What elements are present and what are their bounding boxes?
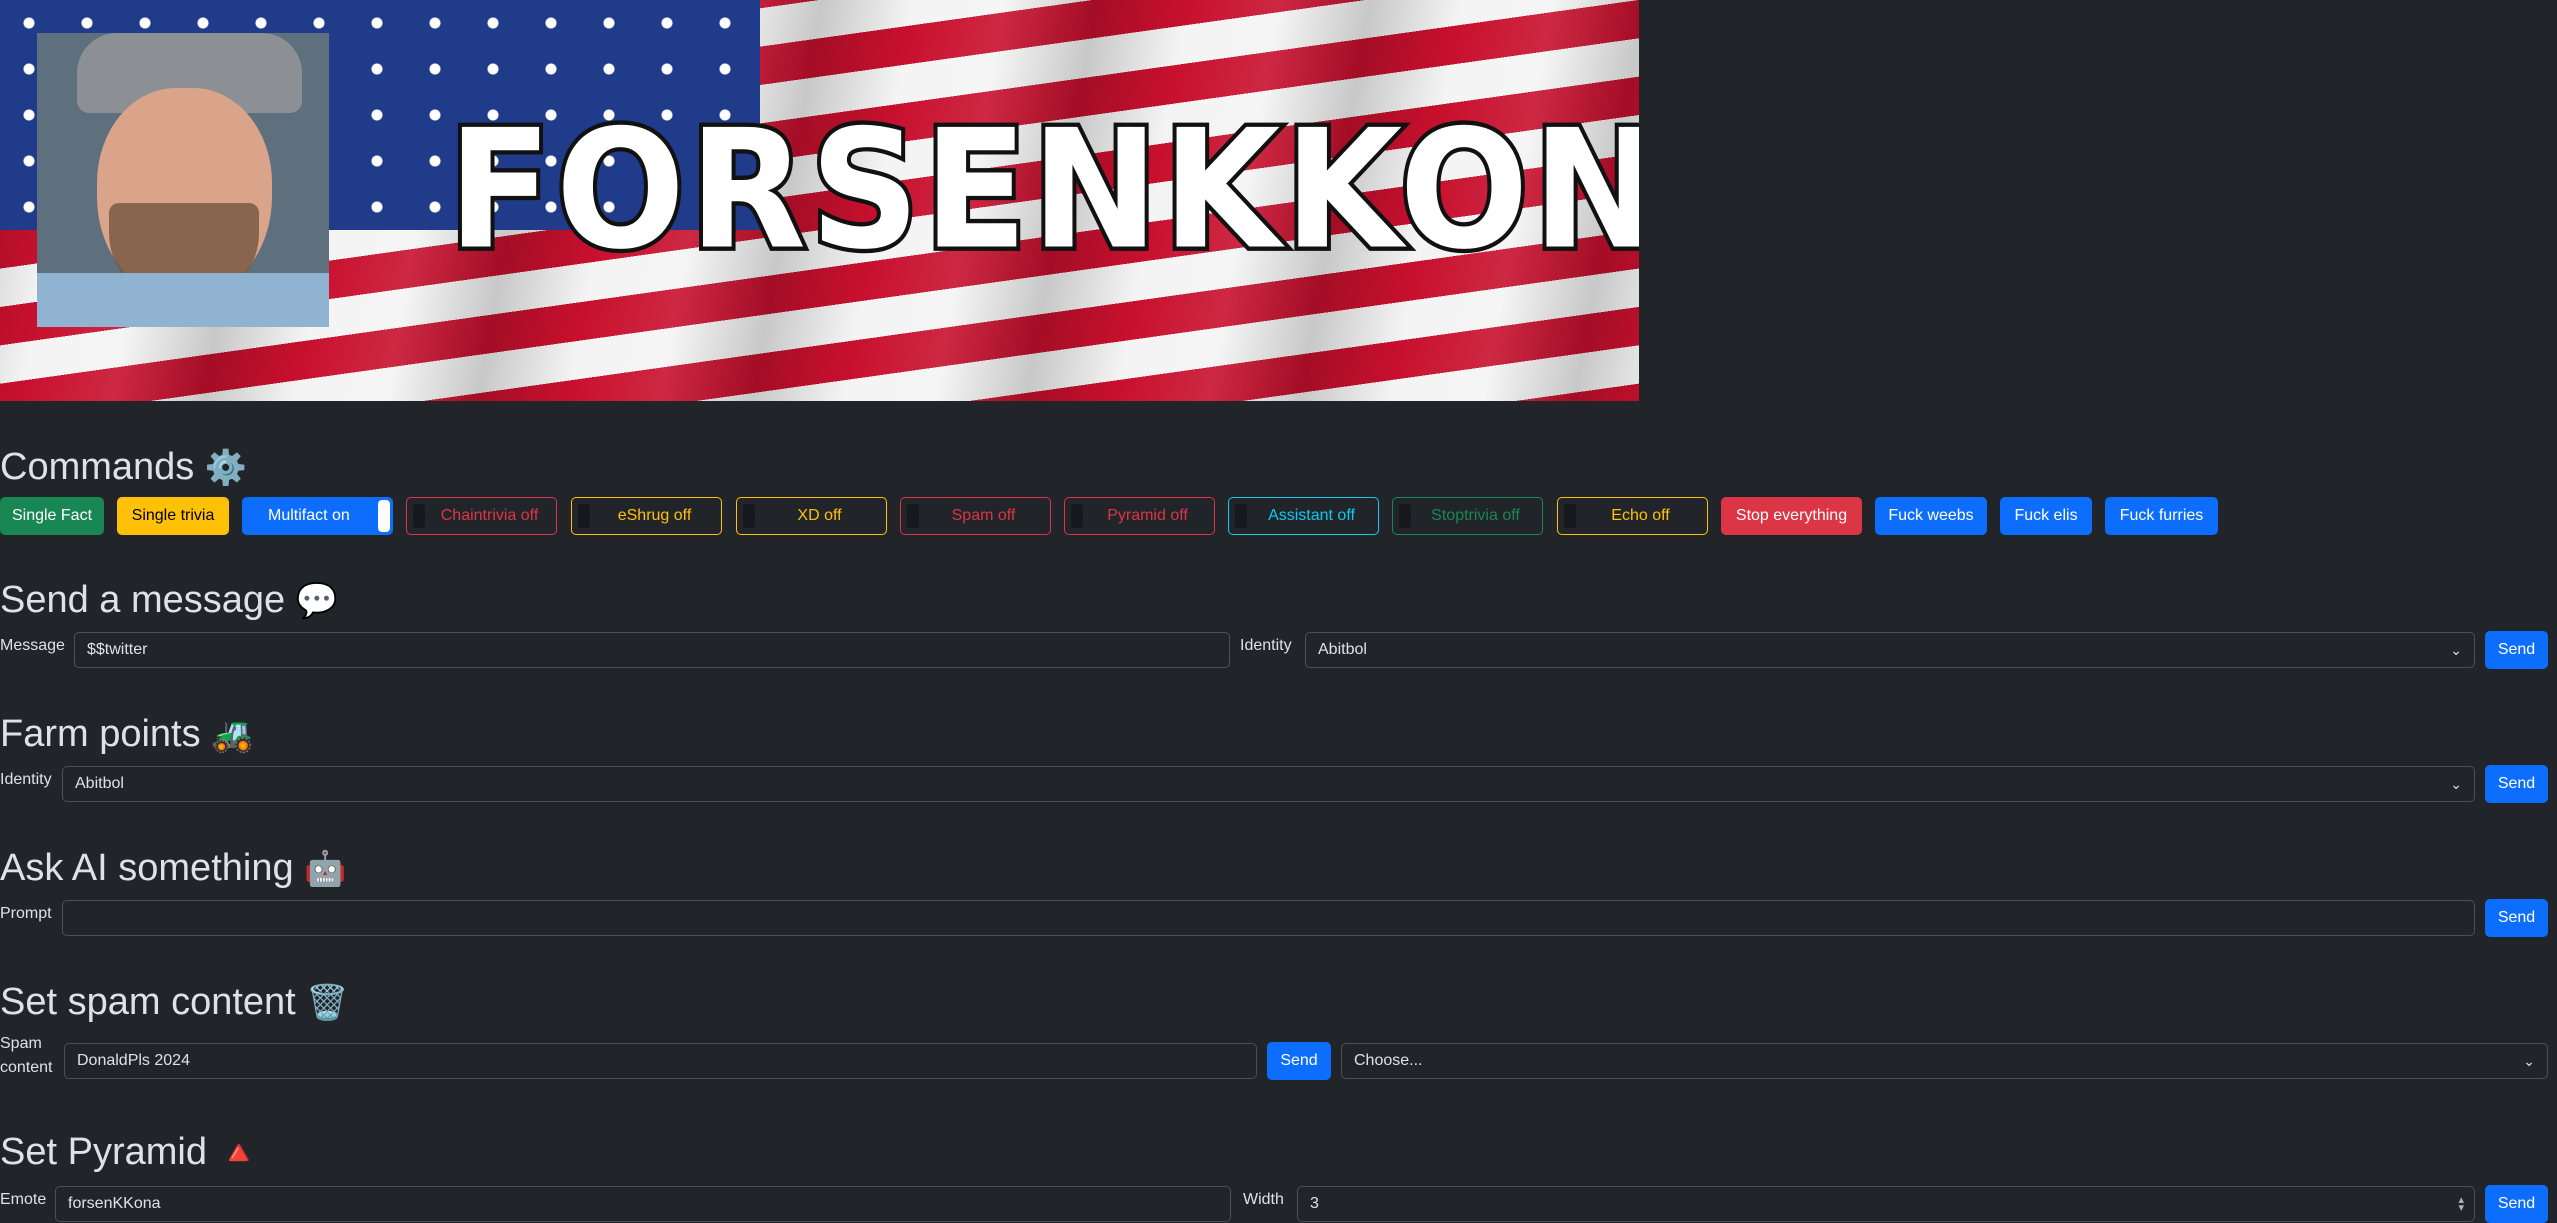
spam-content-label-line2: content [0,1059,53,1076]
toggle-knob [907,504,919,528]
trash-can-icon: 🗑️ [306,984,349,1022]
width-label: Width [1243,1191,1284,1208]
spam-content-send-button[interactable]: Send [1267,1042,1331,1080]
identity-label: Identity [1240,637,1292,654]
width-value: 3 [1310,1195,1319,1212]
xd-label: XD off [797,507,842,524]
emote-input[interactable]: forsenKKona [55,1186,1231,1222]
message-label: Message [0,637,65,654]
pyramid-heading: Set Pyramid 🔺 [0,1130,260,1175]
identity-select-value: Abitbol [1318,641,1367,658]
stoptrivia-label: Stoptrivia off [1431,507,1520,524]
send-message-button[interactable]: Send [2485,631,2548,669]
message-input[interactable]: $$twitter [74,632,1230,668]
send-message-heading: Send a message 💬 [0,578,338,623]
shirt [37,273,329,327]
emote-label: Emote [0,1191,47,1208]
pyramid-send-button[interactable]: Send [2485,1185,2548,1223]
prompt-input[interactable] [62,900,2475,936]
pyramid-label: Pyramid off [1107,507,1188,524]
multifact-label: Multifact on [268,507,350,524]
stop-everything-button[interactable]: Stop everything [1721,497,1862,535]
width-input[interactable]: 3 ▴ ▾ [1297,1186,2475,1222]
spam-preset-value: Choose... [1354,1052,1423,1069]
ask-ai-heading-text: Ask AI something [0,847,294,889]
chevron-down-icon: ⌄ [2450,776,2462,792]
commands-heading-text: Commands [0,446,195,488]
tractor-icon: 🚜 [211,716,254,754]
echo-label: Echo off [1611,507,1670,524]
toggle-knob [1071,504,1083,528]
speech-bubble-icon: 💬 [295,582,339,620]
assistant-toggle[interactable]: Assistant off [1228,497,1379,535]
toggle-knob [378,500,390,532]
spam-content-heading-text: Set spam content [0,981,296,1023]
spam-toggle[interactable]: Spam off [900,497,1051,535]
chevron-down-icon: ⌄ [2523,1053,2535,1069]
eshrug-label: eShrug off [617,507,692,524]
chevron-down-icon: ⌄ [2450,642,2462,658]
toggle-knob [1235,504,1247,528]
banner-title: FORSENKKONA [444,94,1639,286]
commands-heading: Commands ⚙️ [0,445,247,490]
ask-ai-heading: Ask AI something 🤖 [0,846,347,891]
spam-content-label: Spam content [0,1034,52,1078]
farm-identity-select[interactable]: Abitbol ⌄ [62,766,2475,802]
farm-points-heading-text: Farm points [0,713,201,755]
single-trivia-button[interactable]: Single trivia [117,497,229,535]
spinner-arrows-icon[interactable]: ▴ ▾ [2458,1195,2464,1214]
portrait-image [37,33,329,327]
assistant-label: Assistant off [1268,507,1355,524]
fuck-elis-button[interactable]: Fuck elis [2000,497,2092,535]
toggle-knob [578,504,590,528]
robot-icon: 🤖 [304,850,347,888]
spam-content-input[interactable]: DonaldPls 2024 [64,1043,1257,1079]
banner-image: FORSENKKONA [0,0,1639,401]
farm-points-heading: Farm points 🚜 [0,712,254,757]
red-triangle-icon: 🔺 [217,1134,260,1172]
toggle-knob [1564,504,1576,528]
single-fact-button[interactable]: Single Fact [0,497,104,535]
send-message-heading-text: Send a message [0,579,286,621]
xd-toggle[interactable]: XD off [736,497,887,535]
pyramid-heading-text: Set Pyramid [0,1131,207,1173]
ask-ai-send-button[interactable]: Send [2485,899,2548,937]
farm-identity-label: Identity [0,771,52,788]
toggle-knob [743,504,755,528]
farm-identity-value: Abitbol [75,775,124,792]
toggle-knob [413,504,425,528]
eshrug-toggle[interactable]: eShrug off [571,497,722,535]
spam-content-heading: Set spam content 🗑️ [0,980,349,1025]
identity-select[interactable]: Abitbol ⌄ [1305,632,2475,668]
gear-icon: ⚙️ [204,449,248,487]
spam-preset-select[interactable]: Choose... ⌄ [1341,1043,2548,1079]
toggle-knob [1399,504,1411,528]
fuck-weebs-button[interactable]: Fuck weebs [1875,497,1987,535]
chaintrivia-label: Chaintrivia off [440,507,539,524]
stoptrivia-toggle[interactable]: Stoptrivia off [1392,497,1543,535]
multifact-toggle[interactable]: Multifact on [242,497,393,535]
echo-toggle[interactable]: Echo off [1557,497,1708,535]
fuck-furries-button[interactable]: Fuck furries [2105,497,2218,535]
spam-label: Spam off [951,507,1016,524]
farm-send-button[interactable]: Send [2485,765,2548,803]
prompt-label: Prompt [0,905,52,922]
chaintrivia-toggle[interactable]: Chaintrivia off [406,497,557,535]
pyramid-toggle[interactable]: Pyramid off [1064,497,1215,535]
spam-content-label-line1: Spam [0,1035,42,1052]
